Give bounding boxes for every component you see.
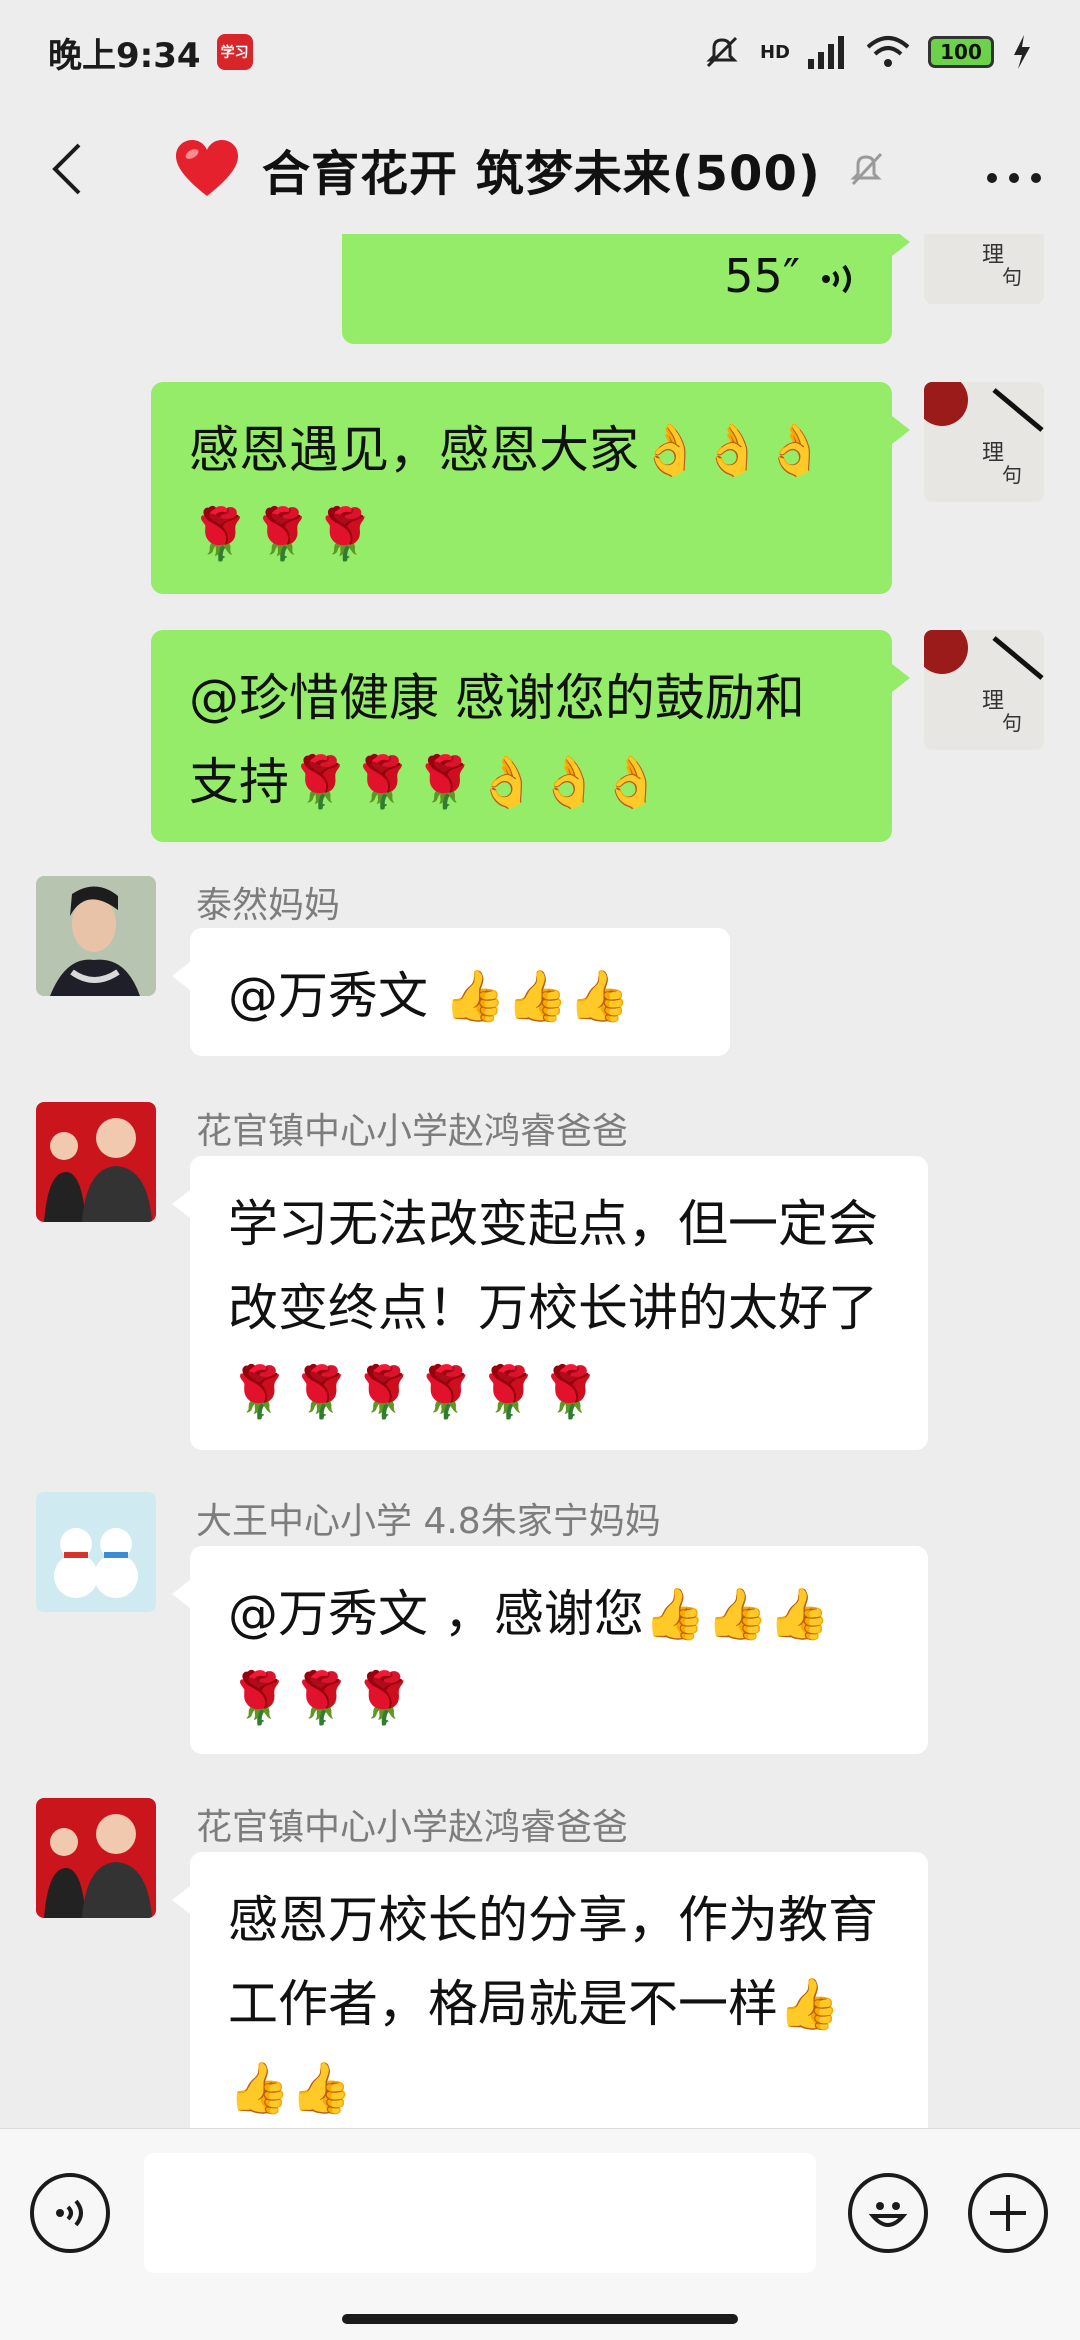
text-message-bubble[interactable]: 学习无法改变起点，但一定会改变终点！万校长讲的太好了🌹🌹🌹🌹🌹🌹 (172, 1156, 928, 1450)
bell-muted-icon (850, 152, 882, 186)
snowman-avatar-icon (36, 1492, 156, 1612)
father-son-avatar-icon (36, 1798, 156, 1918)
voice-icon (56, 2199, 83, 2227)
network-label: HD (759, 41, 790, 63)
voice-input-button[interactable] (30, 2173, 110, 2253)
chat-title: 合育花开 筑梦未来(500) (262, 146, 821, 202)
voice-duration: 55″ (724, 249, 800, 303)
title-wrap: 合育花开 筑梦未来(500) (176, 134, 887, 204)
text-message-bubble[interactable]: 感恩万校长的分享，作为教育工作者，格局就是不一样👍👍👍 (172, 1852, 928, 2128)
status-time: 晚上9:34 (48, 35, 201, 76)
input-bar (0, 2128, 1080, 2340)
my-avatar[interactable]: 理 句 (924, 382, 1044, 502)
app-badge-icon: 学习 (216, 34, 253, 70)
sender-avatar[interactable] (36, 1102, 156, 1222)
chat-header: 合育花开 筑梦未来(500) (0, 104, 1080, 234)
sender-avatar[interactable] (36, 1492, 156, 1612)
sender-name: 泰然妈妈 (196, 885, 341, 926)
text-message-bubble[interactable]: @万秀文 ，感谢您👍👍👍🌹🌹🌹 (172, 1546, 928, 1754)
plus-icon (990, 2195, 1026, 2231)
sender-name: 花官镇中心小学赵鸿睿爸爸 (196, 1807, 629, 1848)
svg-text:理: 理 (982, 441, 1004, 466)
calligraphy-avatar-icon: 理 句 (924, 630, 1044, 750)
message-input[interactable] (144, 2153, 816, 2273)
svg-text:句: 句 (1002, 463, 1022, 487)
sender-avatar[interactable] (36, 876, 156, 996)
emoji-button[interactable] (848, 2173, 928, 2253)
message-row: 大王中心小学 4.8朱家宁妈妈 @万秀文 ，感谢您👍👍👍🌹🌹🌹 (0, 1492, 1080, 1754)
smile-icon (868, 2202, 908, 2227)
back-button[interactable] (36, 139, 96, 199)
sender-avatar[interactable] (36, 1798, 156, 1918)
message-row: 55″ 理 句 (0, 234, 1080, 344)
my-avatar[interactable]: 理 句 (924, 630, 1044, 750)
status-right: HD 100 (702, 34, 1032, 70)
more-functions-button[interactable] (968, 2173, 1048, 2253)
message-row: 感恩遇见，感恩大家👌👌👌🌹🌹🌹 理 句 (0, 382, 1080, 594)
woman-avatar-icon (36, 876, 156, 996)
status-bar: 晚上9:34 学习 HD 100 (0, 0, 1080, 104)
text-message-bubble[interactable]: 感恩遇见，感恩大家👌👌👌🌹🌹🌹 (151, 382, 910, 594)
text-message-bubble[interactable]: @珍惜健康 感谢您的鼓励和支持🌹🌹🌹👌👌👌 (151, 630, 910, 842)
sender-name: 花官镇中心小学赵鸿睿爸爸 (196, 1111, 629, 1152)
message-row: 花官镇中心小学赵鸿睿爸爸 感恩万校长的分享，作为教育工作者，格局就是不一样👍👍👍 (0, 1798, 1080, 2128)
text-message-bubble[interactable]: @万秀文 👍👍👍 (172, 928, 730, 1056)
calligraphy-avatar-icon: 理 句 (924, 382, 1044, 502)
home-indicator[interactable] (342, 2314, 738, 2324)
charging-icon (1014, 35, 1030, 69)
message-row: 花官镇中心小学赵鸿睿爸爸 学习无法改变起点，但一定会改变终点！万校长讲的太好了🌹… (0, 1102, 1080, 1452)
svg-text:句: 句 (1002, 265, 1022, 289)
father-son-avatar-icon (36, 1102, 156, 1222)
heart-icon (176, 140, 238, 196)
wifi-icon (866, 36, 910, 67)
sender-name: 大王中心小学 4.8朱家宁妈妈 (196, 1501, 661, 1542)
status-left: 晚上9:34 学习 (48, 28, 253, 77)
signal-icon (808, 36, 844, 69)
battery-level: 100 (940, 40, 982, 64)
chat-list[interactable]: 55″ 理 句 感恩遇见，感恩大家👌👌👌🌹🌹🌹 理 句 @珍惜健康 感谢您的鼓励… (0, 234, 1080, 2128)
message-row: 泰然妈妈 @万秀文 👍👍👍 (0, 876, 1080, 1076)
my-avatar[interactable]: 理 句 (924, 234, 1044, 304)
calligraphy-avatar-icon: 理 句 (924, 234, 1044, 304)
more-button[interactable] (984, 142, 1044, 196)
voice-message-bubble[interactable]: 55″ (342, 234, 910, 344)
svg-text:理: 理 (982, 689, 1004, 714)
chevron-left-icon (52, 143, 81, 195)
battery-icon: 100 (928, 36, 994, 68)
mute-status-icon (706, 36, 738, 68)
svg-text:理: 理 (982, 243, 1004, 268)
voice-wave-icon (822, 264, 851, 294)
svg-text:句: 句 (1002, 711, 1022, 735)
message-row: @珍惜健康 感谢您的鼓励和支持🌹🌹🌹👌👌👌 理 句 (0, 630, 1080, 842)
more-icon (987, 173, 1041, 183)
